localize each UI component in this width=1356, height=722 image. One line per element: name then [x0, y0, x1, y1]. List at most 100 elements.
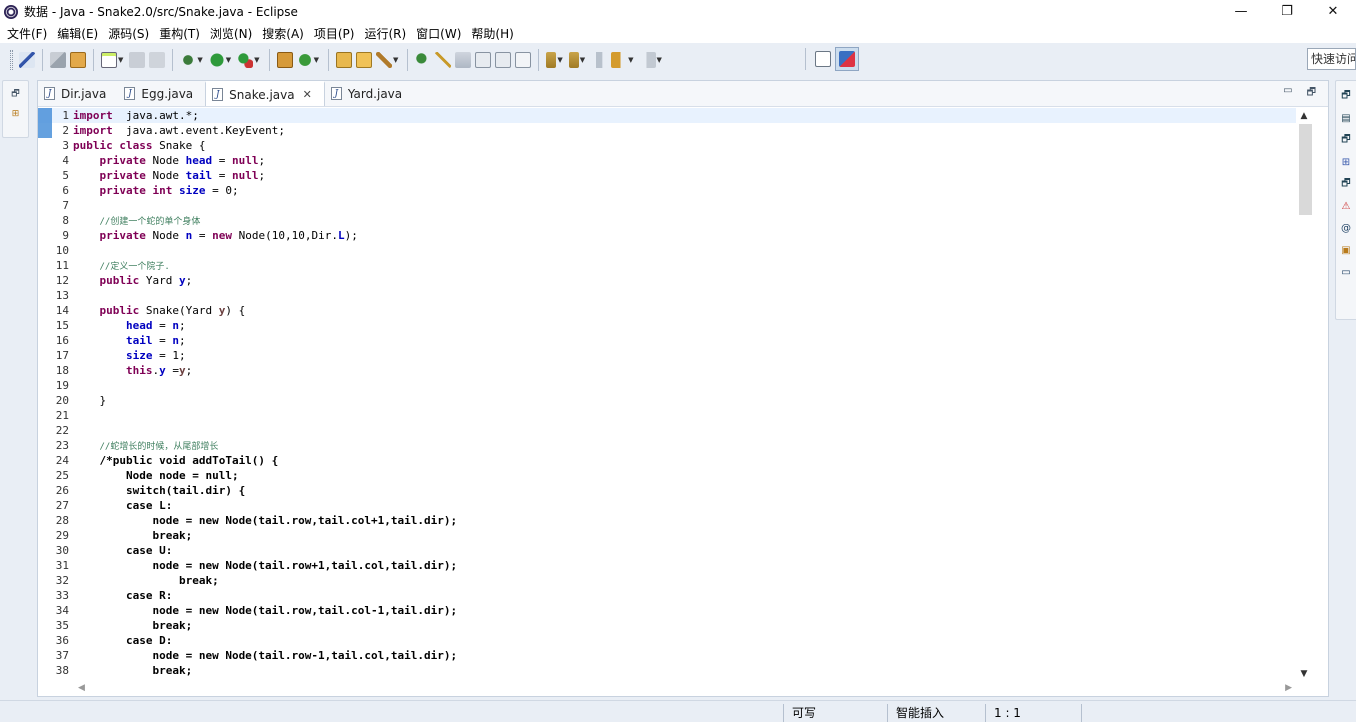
- code-line[interactable]: 7: [38, 198, 1296, 213]
- restore-outline-icon[interactable]: 🗗: [1339, 89, 1353, 103]
- block-selection-icon[interactable]: [455, 51, 472, 68]
- paragraph-icon[interactable]: [515, 51, 532, 68]
- code-line[interactable]: 19: [38, 378, 1296, 393]
- back-dropdown-icon[interactable]: ▼: [628, 56, 633, 64]
- code-line[interactable]: 1 import java.awt.*;: [38, 108, 1296, 123]
- run-dropdown-icon[interactable]: ▼: [226, 56, 231, 64]
- code-line[interactable]: 6 private int size = 0;: [38, 183, 1296, 198]
- code-line[interactable]: 11 //定义一个院子.: [38, 258, 1296, 273]
- code-line[interactable]: 35 break;: [38, 618, 1296, 633]
- menu-edit[interactable]: 编辑(E): [52, 25, 103, 42]
- scroll-left-icon[interactable]: ◀: [78, 683, 85, 693]
- menu-navigate[interactable]: 浏览(N): [205, 25, 257, 42]
- open-perspective-button[interactable]: [811, 47, 835, 71]
- declaration-icon[interactable]: ▣: [1339, 243, 1353, 257]
- debug-icon[interactable]: [180, 51, 197, 68]
- menu-project[interactable]: 项目(P): [309, 25, 360, 42]
- horizontal-scrollbar[interactable]: ◀ ▶: [74, 681, 1296, 695]
- highlight-icon[interactable]: [435, 51, 452, 68]
- code-line[interactable]: 22: [38, 423, 1296, 438]
- code-editor[interactable]: 1 import java.awt.*; 2 import java.awt.even…: [38, 108, 1328, 682]
- package-icon[interactable]: [70, 51, 86, 68]
- open-type-icon[interactable]: [335, 51, 352, 68]
- code-line[interactable]: 36 case D:: [38, 633, 1296, 648]
- code-line[interactable]: 14 public Snake(Yard y) {: [38, 303, 1296, 318]
- restore-outline-view-icon[interactable]: 🗗: [1339, 133, 1353, 147]
- code-line[interactable]: 37 node = new Node(tail.row-1,tail.col,t…: [38, 648, 1296, 663]
- console-icon[interactable]: ▭: [1339, 265, 1353, 279]
- external-tools-icon[interactable]: [237, 51, 254, 68]
- next-annotation-icon[interactable]: [546, 51, 557, 68]
- code-line[interactable]: 28 node = new Node(tail.row,tail.col+1,t…: [38, 513, 1296, 528]
- show-whitespace-icon[interactable]: [495, 51, 512, 68]
- new-java-project-icon[interactable]: [276, 51, 293, 68]
- restore-view-icon[interactable]: 🗗: [9, 87, 23, 101]
- search-icon[interactable]: [375, 51, 392, 68]
- code-line[interactable]: 33 case R:: [38, 588, 1296, 603]
- code-line[interactable]: 15 head = n;: [38, 318, 1296, 333]
- forward-icon[interactable]: [639, 51, 656, 68]
- toggle-mark-occurrences-icon[interactable]: [415, 51, 432, 68]
- new-icon[interactable]: [101, 51, 117, 68]
- search-dropdown-icon[interactable]: ▼: [393, 56, 398, 64]
- new-class-dropdown-icon[interactable]: ▼: [314, 56, 319, 64]
- scroll-down-icon[interactable]: ▼: [1296, 666, 1312, 682]
- code-line[interactable]: 38 break;: [38, 663, 1296, 678]
- new-dropdown-icon[interactable]: ▼: [118, 56, 123, 64]
- run-icon[interactable]: [208, 51, 225, 68]
- javadoc-icon[interactable]: @: [1339, 221, 1353, 235]
- menu-search[interactable]: 搜索(A): [257, 25, 309, 42]
- tab-egg-java[interactable]: J Egg.java: [118, 81, 205, 106]
- outline-icon[interactable]: ⊞: [1339, 155, 1353, 169]
- code-line[interactable]: 29 break;: [38, 528, 1296, 543]
- scroll-right-icon[interactable]: ▶: [1285, 683, 1292, 693]
- code-line[interactable]: 26 switch(tail.dir) {: [38, 483, 1296, 498]
- menu-file[interactable]: 文件(F): [2, 25, 52, 42]
- code-line[interactable]: 32 break;: [38, 573, 1296, 588]
- scroll-thumb[interactable]: [1299, 124, 1312, 215]
- maximize-editor-icon[interactable]: 🗗: [1307, 85, 1316, 102]
- task-list-icon[interactable]: ▤: [1339, 111, 1353, 125]
- menu-run[interactable]: 运行(R): [359, 25, 411, 42]
- vertical-scrollbar[interactable]: ▲ ▼: [1296, 108, 1312, 682]
- back-icon[interactable]: [611, 51, 628, 68]
- menu-help[interactable]: 帮助(H): [466, 25, 518, 42]
- menu-refactor[interactable]: 重构(T): [154, 25, 205, 42]
- code-line[interactable]: 13: [38, 288, 1296, 303]
- code-line[interactable]: 5 private Node tail = null;: [38, 168, 1296, 183]
- code-line[interactable]: 10: [38, 243, 1296, 258]
- code-line[interactable]: 18 this.y =y;: [38, 363, 1296, 378]
- package-explorer-icon[interactable]: ⊞: [9, 107, 23, 121]
- pin-icon[interactable]: [19, 51, 35, 68]
- word-wrap-icon[interactable]: [475, 51, 492, 68]
- code-line[interactable]: 17 size = 1;: [38, 348, 1296, 363]
- code-line[interactable]: 16 tail = n;: [38, 333, 1296, 348]
- code-line[interactable]: 20 }: [38, 393, 1296, 408]
- previous-annotation-dropdown-icon[interactable]: ▼: [580, 56, 585, 64]
- restore-button[interactable]: ❐: [1264, 0, 1310, 23]
- code-line[interactable]: 24 /*public void addToTail() {: [38, 453, 1296, 468]
- code-line[interactable]: 23 //蛇增长的时候，从尾部增长: [38, 438, 1296, 453]
- toolbar-grip[interactable]: [10, 49, 13, 70]
- problems-icon[interactable]: ⚠: [1339, 199, 1353, 213]
- open-folder-icon[interactable]: [355, 51, 372, 68]
- close-button[interactable]: ✕: [1310, 0, 1356, 23]
- java-perspective-button[interactable]: [835, 47, 859, 71]
- last-edit-icon[interactable]: [591, 51, 608, 68]
- scroll-up-icon[interactable]: ▲: [1296, 108, 1312, 124]
- forward-dropdown-icon[interactable]: ▼: [657, 56, 662, 64]
- tab-yard-java[interactable]: J Yard.java: [325, 81, 414, 106]
- code-line[interactable]: 21: [38, 408, 1296, 423]
- close-tab-icon[interactable]: ✕: [303, 88, 312, 101]
- code-line[interactable]: 3 public class Snake {: [38, 138, 1296, 153]
- debug-dropdown-icon[interactable]: ▼: [197, 56, 202, 64]
- previous-annotation-icon[interactable]: [568, 51, 579, 68]
- code-line[interactable]: 2 import java.awt.event.KeyEvent;: [38, 123, 1296, 138]
- quick-access-input[interactable]: 快速访问: [1307, 48, 1356, 70]
- code-line[interactable]: 4 private Node head = null;: [38, 153, 1296, 168]
- code-line[interactable]: 30 case U:: [38, 543, 1296, 558]
- external-tools-dropdown-icon[interactable]: ▼: [254, 56, 259, 64]
- code-line[interactable]: 12 public Yard y;: [38, 273, 1296, 288]
- code-line[interactable]: 9 private Node n = new Node(10,10,Dir.L)…: [38, 228, 1296, 243]
- code-line[interactable]: 34 node = new Node(tail.row,tail.col-1,t…: [38, 603, 1296, 618]
